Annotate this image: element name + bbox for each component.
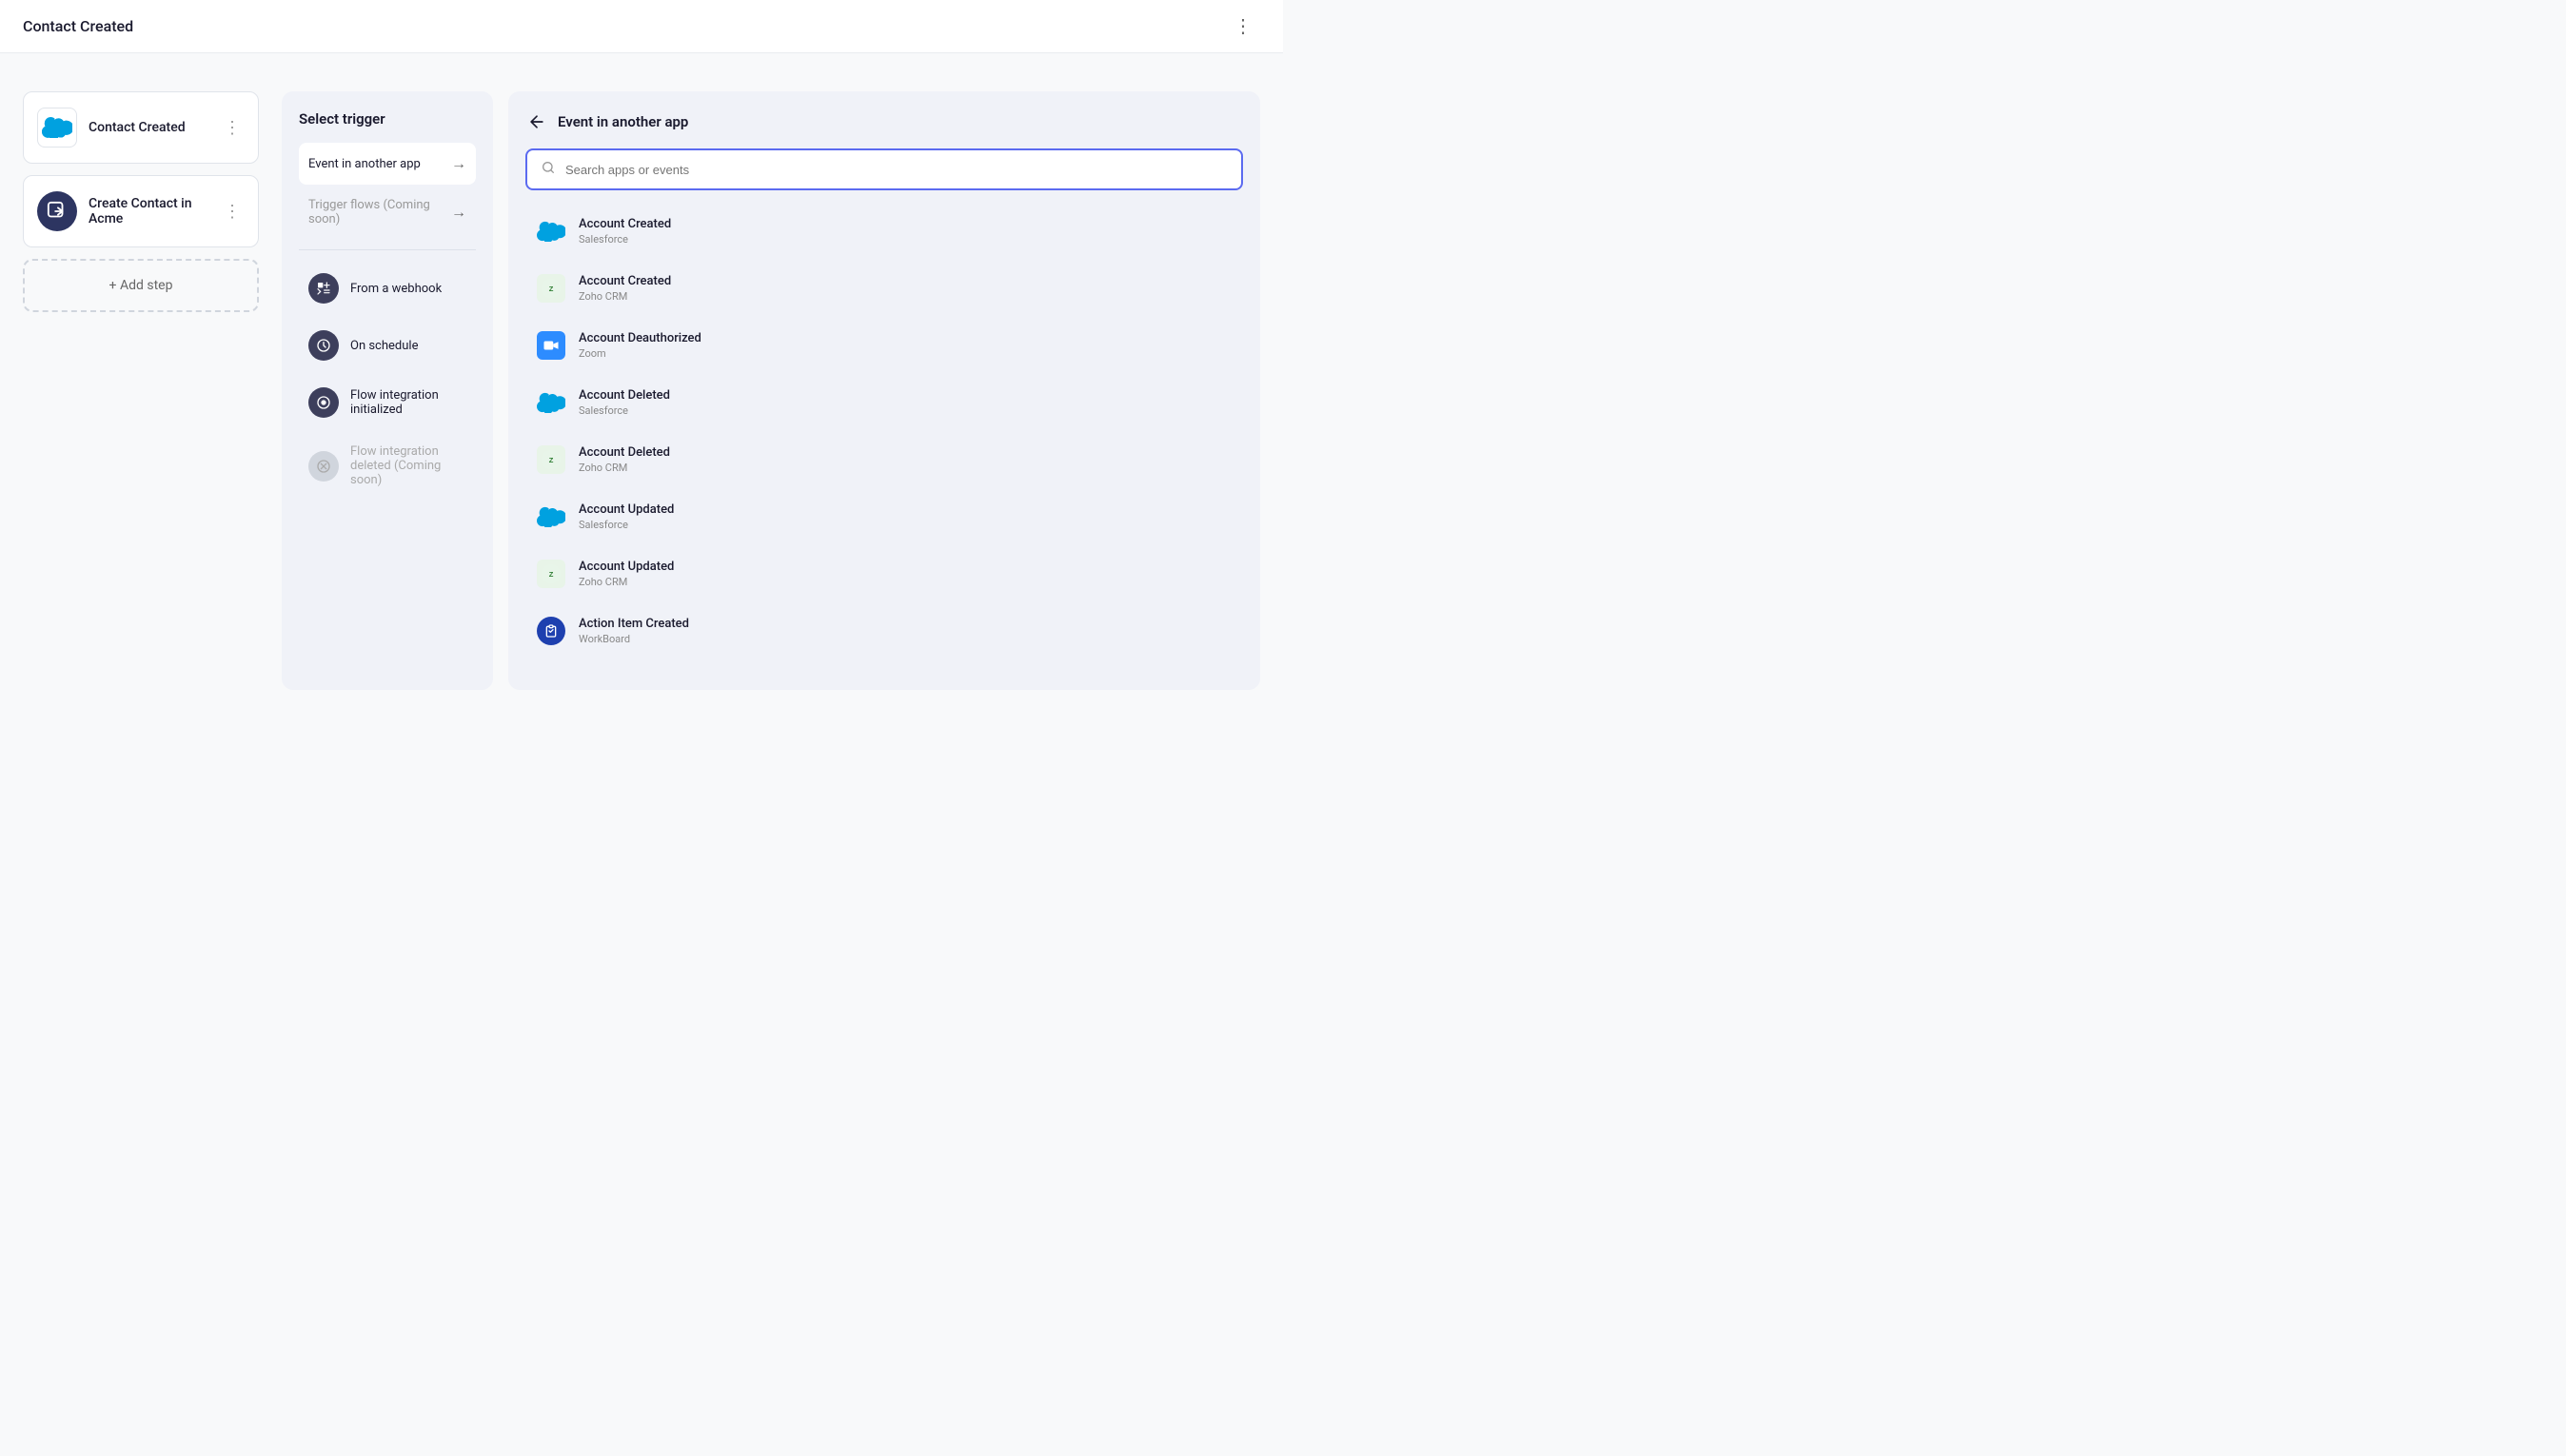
event-item-account-updated-sf-source: Salesforce <box>579 519 1234 531</box>
event-panel-title: Event in another app <box>558 113 688 130</box>
event-item-account-created-zoho[interactable]: Z Account Created Zoho CRM <box>525 261 1243 316</box>
event-item-action-item-created-wb-source: WorkBoard <box>579 633 1234 645</box>
trigger-item-flows-label: Trigger flows (Coming soon) <box>308 198 451 226</box>
svg-text:Z: Z <box>549 456 554 464</box>
zoho-icon-1: Z <box>535 443 567 476</box>
event-item-account-deleted-sf-source: Salesforce <box>579 404 1234 417</box>
page-title: Contact Created <box>23 17 133 35</box>
event-item-account-updated-sf[interactable]: Account Updated Salesforce <box>525 489 1243 544</box>
salesforce-step-icon <box>37 108 77 148</box>
event-item-account-updated-zoho-source: Zoho CRM <box>579 576 1234 588</box>
event-item-account-deleted-sf[interactable]: Account Deleted Salesforce <box>525 375 1243 430</box>
svg-text:Z: Z <box>549 570 554 579</box>
event-item-account-updated-sf-info: Account Updated Salesforce <box>579 502 1234 531</box>
webhook-icon <box>308 273 339 304</box>
event-item-account-deleted-sf-info: Account Deleted Salesforce <box>579 388 1234 417</box>
schedule-icon <box>308 330 339 361</box>
trigger-option-flow-deleted-label: Flow integration deleted (Coming soon) <box>350 444 466 487</box>
trigger-item-flows-arrow: → <box>451 203 466 222</box>
event-item-account-created-zoho-name: Account Created <box>579 274 1234 288</box>
trigger-option-flow-deleted: Flow integration deleted (Coming soon) <box>299 433 476 499</box>
event-panel: Event in another app <box>508 91 1260 690</box>
event-item-account-updated-sf-name: Account Updated <box>579 502 1234 517</box>
step-contact-created[interactable]: Contact Created ⋮ <box>23 91 259 164</box>
event-item-account-created-sf-name: Account Created <box>579 217 1234 231</box>
event-item-account-updated-zoho[interactable]: Z Account Updated Zoho CRM <box>525 546 1243 601</box>
step-create-contact-acme-more-button[interactable]: ⋮ <box>220 200 245 224</box>
event-item-account-deleted-sf-name: Account Deleted <box>579 388 1234 403</box>
trigger-panel: Select trigger Event in another app → Tr… <box>282 91 493 690</box>
trigger-item-event-arrow: → <box>451 154 466 173</box>
zoho-icon-2: Z <box>535 558 567 590</box>
event-item-account-created-sf-source: Salesforce <box>579 233 1234 246</box>
salesforce-icon-1 <box>535 386 567 419</box>
trigger-item-trigger-flows[interactable]: Trigger flows (Coming soon) → <box>299 187 476 238</box>
main-content: Contact Created ⋮ Create Contact in Acme… <box>0 53 1283 728</box>
event-item-account-deauthorized-zoom[interactable]: Account Deauthorized Zoom <box>525 318 1243 373</box>
event-item-action-item-created-wb-name: Action Item Created <box>579 617 1234 631</box>
event-item-account-updated-zoho-name: Account Updated <box>579 560 1234 574</box>
event-item-account-deleted-zoho-source: Zoho CRM <box>579 462 1234 474</box>
add-step-card[interactable]: + Add step <box>23 259 259 312</box>
trigger-option-schedule-label: On schedule <box>350 339 418 353</box>
events-list: Account Created Salesforce Z Account Cre… <box>525 204 1243 671</box>
zoho-icon-0: Z <box>535 272 567 305</box>
zoom-icon-0 <box>535 329 567 362</box>
trigger-option-webhook-label: From a webhook <box>350 282 442 296</box>
event-item-account-updated-zoho-info: Account Updated Zoho CRM <box>579 560 1234 588</box>
search-box[interactable] <box>525 148 1243 190</box>
event-item-account-created-zoho-source: Zoho CRM <box>579 290 1234 303</box>
workboard-icon-0 <box>535 615 567 647</box>
event-item-account-deleted-zoho[interactable]: Z Account Deleted Zoho CRM <box>525 432 1243 487</box>
event-item-account-created-zoho-info: Account Created Zoho CRM <box>579 274 1234 303</box>
step-contact-created-label: Contact Created <box>89 120 208 135</box>
back-button[interactable] <box>525 110 548 133</box>
trigger-option-webhook[interactable]: From a webhook <box>299 262 476 315</box>
trigger-item-event-label: Event in another app <box>308 157 421 171</box>
event-item-account-deleted-zoho-info: Account Deleted Zoho CRM <box>579 445 1234 474</box>
step-contact-created-more-button[interactable]: ⋮ <box>220 116 245 140</box>
svg-text:Z: Z <box>549 285 554 293</box>
event-item-account-deauthorized-zoom-info: Account Deauthorized Zoom <box>579 331 1234 360</box>
event-item-account-created-sf-info: Account Created Salesforce <box>579 217 1234 246</box>
step-create-contact-acme-label: Create Contact in Acme <box>89 196 208 226</box>
salesforce-icon-2 <box>535 501 567 533</box>
trigger-option-flow-init[interactable]: Flow integration initialized <box>299 376 476 429</box>
event-item-account-deleted-zoho-name: Account Deleted <box>579 445 1234 460</box>
header: Contact Created ⋮ <box>0 0 1283 53</box>
event-item-action-item-deleted[interactable]: Action Item Deleted <box>525 660 1243 671</box>
step-create-contact-acme[interactable]: Create Contact in Acme ⋮ <box>23 175 259 247</box>
trigger-item-event-another-app[interactable]: Event in another app → <box>299 143 476 185</box>
acme-step-icon <box>37 191 77 231</box>
flow-init-icon <box>308 387 339 418</box>
event-panel-header: Event in another app <box>525 110 1243 133</box>
trigger-divider <box>299 249 476 250</box>
search-input[interactable] <box>565 163 1228 177</box>
event-item-action-item-created-wb[interactable]: Action Item Created WorkBoard <box>525 603 1243 659</box>
event-item-account-deauthorized-zoom-name: Account Deauthorized <box>579 331 1234 345</box>
search-icon <box>541 160 556 179</box>
salesforce-icon-0 <box>535 215 567 247</box>
trigger-panel-title: Select trigger <box>299 110 476 128</box>
trigger-option-schedule[interactable]: On schedule <box>299 319 476 372</box>
header-menu-button[interactable]: ⋮ <box>1226 10 1260 42</box>
flow-deleted-icon <box>308 451 339 482</box>
event-item-account-created-sf[interactable]: Account Created Salesforce <box>525 204 1243 259</box>
trigger-option-flow-init-label: Flow integration initialized <box>350 388 466 417</box>
workflow-panel: Contact Created ⋮ Create Contact in Acme… <box>23 91 259 690</box>
event-item-action-item-created-wb-info: Action Item Created WorkBoard <box>579 617 1234 645</box>
add-step-label: + Add step <box>109 278 173 293</box>
event-item-account-deauthorized-zoom-source: Zoom <box>579 347 1234 360</box>
